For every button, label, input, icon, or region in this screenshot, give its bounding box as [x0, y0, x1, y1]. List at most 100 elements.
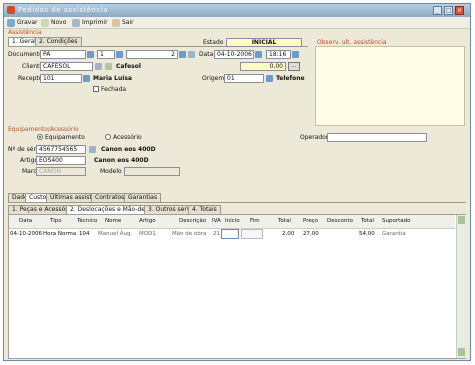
- new-button[interactable]: Novo: [41, 18, 66, 27]
- col-descricao[interactable]: Descrição: [179, 218, 206, 224]
- receptor-name: Maria Luísa: [93, 75, 132, 82]
- cell-tecnico: 104: [79, 231, 90, 237]
- obs-textarea[interactable]: [315, 46, 465, 126]
- save-button[interactable]: Gravar: [7, 18, 38, 27]
- documento-number-field[interactable]: 2: [126, 50, 178, 59]
- col-desconto[interactable]: Desconto: [327, 218, 353, 224]
- hora-field[interactable]: 18:16: [266, 50, 291, 59]
- app-icon: [7, 6, 15, 14]
- maximize-button[interactable]: □: [444, 6, 453, 15]
- documento-label: Documento: [8, 51, 43, 58]
- col-nome[interactable]: Nome: [105, 218, 121, 224]
- cell-nome: Manuel Aug.: [98, 231, 133, 237]
- modelo-field: [124, 167, 180, 176]
- cliente-details-icon[interactable]: [105, 63, 112, 70]
- documento-series-select[interactable]: PA: [40, 50, 86, 59]
- serie-desc: Canon eos 400D: [101, 146, 156, 153]
- save-label: Gravar: [17, 19, 38, 26]
- col-suportado[interactable]: Suportado: [382, 218, 410, 224]
- receptor-dropdown-icon[interactable]: [83, 75, 90, 82]
- search-icon[interactable]: [188, 51, 195, 58]
- lower-tabs-divider: [8, 202, 466, 203]
- minimize-button[interactable]: _: [433, 6, 442, 15]
- col-preco[interactable]: Preço: [303, 218, 318, 224]
- artigo-desc: Canon eos 400D: [94, 157, 149, 164]
- cell-suportado: Garantia: [382, 231, 406, 237]
- cliente-name: Cafesol: [116, 63, 141, 70]
- origem-label: Origem: [202, 75, 225, 82]
- cell-inicio-editor[interactable]: [221, 229, 239, 239]
- col-tipo[interactable]: Tipo: [50, 218, 62, 224]
- col-data[interactable]: Data: [19, 218, 32, 224]
- radio-equipamento[interactable]: [37, 134, 43, 140]
- main-window: Pedidos de assistência _ □ × Gravar Novo…: [3, 3, 471, 361]
- cliente-search-icon[interactable]: [95, 63, 102, 70]
- cell-iva: 21: [213, 231, 220, 237]
- new-label: Novo: [51, 19, 67, 26]
- fechada-label: Fechada: [101, 86, 127, 93]
- col-artigo[interactable]: Artigo: [139, 218, 156, 224]
- number-stepper-icon[interactable]: [179, 51, 186, 58]
- cell-total2: 54,00: [359, 231, 375, 237]
- documento-num-field[interactable]: 1: [97, 50, 115, 59]
- grid-scrollbar[interactable]: [456, 215, 466, 358]
- valor-field: 0,00: [240, 62, 286, 71]
- tab-condicoes[interactable]: 2. Condições: [35, 37, 82, 46]
- window-title: Pedidos de assistência: [18, 6, 108, 14]
- documento-num-dropdown-icon[interactable]: [116, 51, 123, 58]
- print-label: Imprimir: [82, 19, 108, 26]
- marca-field: CANON: [36, 167, 86, 176]
- receptor-field[interactable]: 101: [40, 74, 82, 83]
- serie-search-icon[interactable]: [89, 146, 96, 153]
- exit-button[interactable]: Sair: [112, 18, 134, 27]
- tab-contratos[interactable]: Contratos: [91, 193, 129, 202]
- obs-title: Observ. ult. assistência: [317, 39, 387, 46]
- cliente-field[interactable]: CAFESOL: [40, 62, 93, 71]
- fechada-checkbox[interactable]: [93, 86, 99, 92]
- radio-acessorio[interactable]: [105, 134, 111, 140]
- valor-more-button[interactable]: ...: [288, 62, 300, 71]
- sub-tabs: 1. Peças e Acessórios 2. Deslocações e M…: [8, 205, 466, 214]
- col-inicio[interactable]: Início: [225, 218, 240, 224]
- print-button[interactable]: Imprimir: [72, 18, 108, 27]
- title-bar[interactable]: Pedidos de assistência _ □ ×: [4, 4, 470, 17]
- cell-descricao: Mão de obra: [172, 231, 207, 237]
- calendar-icon[interactable]: [255, 51, 262, 58]
- tab-garantias[interactable]: Garantias: [124, 193, 162, 202]
- col-total2[interactable]: Total: [361, 218, 374, 224]
- origem-field[interactable]: 01: [224, 74, 264, 83]
- origem-name: Telefone: [276, 75, 305, 82]
- estado-field: INICIAL: [226, 38, 302, 47]
- estado-label: Estado: [203, 39, 224, 46]
- table-row[interactable]: 04-10-2006 Hora Norma 104 Manuel Aug. MO…: [9, 228, 455, 239]
- cell-preco: 27,00: [303, 231, 319, 237]
- documento-series-dropdown-icon[interactable]: [87, 51, 94, 58]
- col-iva[interactable]: IVA: [212, 218, 221, 224]
- scroll-down-icon[interactable]: [458, 348, 465, 356]
- modelo-label: Modelo: [100, 168, 122, 175]
- save-icon: [7, 18, 15, 27]
- tab-ultimas-assist[interactable]: Últimas assist.: [46, 193, 98, 202]
- col-tecnico[interactable]: Técnico: [77, 218, 97, 224]
- print-icon: [72, 18, 80, 27]
- assist-section-title: Assistência: [8, 29, 42, 36]
- tab-totais[interactable]: 4. Totais: [188, 205, 221, 214]
- toolbar: Gravar Novo Imprimir Sair: [4, 17, 470, 29]
- data-label: Data: [199, 51, 214, 58]
- scroll-up-icon[interactable]: [458, 216, 465, 224]
- close-button[interactable]: ×: [455, 6, 464, 15]
- equip-section-title: Equipamento/Acessório: [8, 126, 79, 133]
- origem-dropdown-icon[interactable]: [266, 75, 273, 82]
- col-fim[interactable]: Fim: [250, 218, 260, 224]
- exit-icon: [112, 18, 120, 27]
- operador-field[interactable]: [327, 133, 427, 142]
- hora-stepper-icon[interactable]: [292, 51, 299, 58]
- cell-artigo: MOD1: [139, 231, 156, 237]
- cell-total: 2,00: [282, 231, 295, 237]
- serie-field[interactable]: 4567754565: [36, 145, 86, 154]
- cell-fim-editor[interactable]: [241, 229, 263, 239]
- col-total[interactable]: Total: [278, 218, 291, 224]
- data-field[interactable]: 04-10-2006: [214, 50, 254, 59]
- cell-tipo: Hora Norma: [43, 231, 77, 237]
- artigo-field[interactable]: EOS400: [36, 156, 86, 165]
